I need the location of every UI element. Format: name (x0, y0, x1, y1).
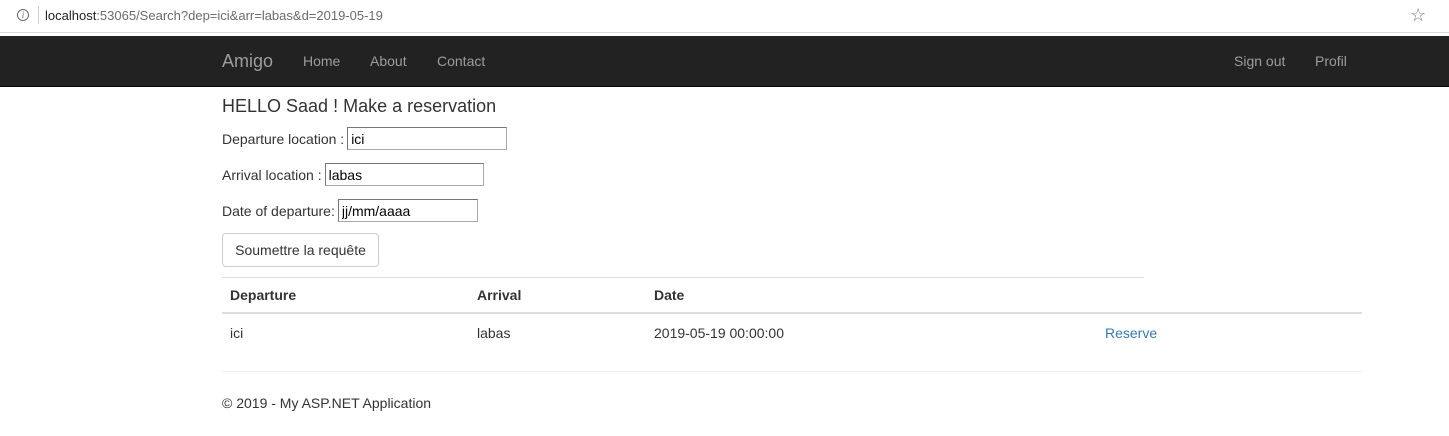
table-row: ici labas 2019-05-19 00:00:00 Reserve (222, 313, 1362, 351)
page-greeting: HELLO Saad ! Make a reservation (222, 96, 497, 116)
footer-divider (222, 371, 1362, 372)
results-table: Departure Arrival Date ici labas 2019-05… (222, 277, 1362, 351)
arrival-row: Arrival location : (222, 163, 484, 187)
submit-button[interactable]: Soumettre la requête (222, 233, 379, 267)
navbar: Amigo Home About Contact Sign out Profil (0, 36, 1449, 87)
nav-home-link[interactable]: Home (303, 53, 340, 69)
address-separator (38, 6, 39, 24)
departure-label: Departure location : (222, 130, 345, 147)
nav-profil-link[interactable]: Profil (1315, 53, 1347, 69)
arrival-label: Arrival location : (222, 166, 322, 183)
footer-text: © 2019 - My ASP.NET Application (222, 395, 432, 411)
header-arrival: Arrival (469, 277, 646, 314)
cell-action: Reserve (1097, 313, 1362, 351)
departure-input[interactable] (347, 127, 508, 150)
date-input[interactable] (337, 199, 478, 222)
header-action (1097, 277, 1362, 314)
navbar-brand[interactable]: Amigo (222, 51, 273, 71)
nav-contact-link[interactable]: Contact (437, 53, 485, 69)
cell-arrival: labas (477, 324, 511, 341)
nav-signout-link[interactable]: Sign out (1234, 53, 1285, 69)
table-header-row: Departure Arrival Date (222, 277, 1362, 314)
star-icon[interactable]: ☆ (1410, 5, 1426, 25)
reserve-link[interactable]: Reserve (1105, 325, 1157, 341)
date-row: Date of departure: (222, 199, 478, 223)
nav-about-link[interactable]: About (370, 53, 407, 69)
header-date: Date (646, 277, 1097, 314)
date-label: Date of departure: (222, 202, 335, 219)
cell-date: 2019-05-19 00:00:00 (654, 324, 784, 341)
url-host: localhost (45, 8, 97, 23)
url-path: :53065/Search?dep=ici&arr=labas&d=2019-0… (96, 8, 383, 23)
header-departure: Departure (222, 277, 469, 314)
address-url[interactable]: localhost:53065/Search?dep=ici&arr=labas… (45, 8, 383, 23)
browser-address-bar[interactable]: i localhost:53065/Search?dep=ici&arr=lab… (0, 0, 1449, 33)
departure-row: Departure location : (222, 127, 508, 151)
info-icon[interactable]: i (17, 9, 29, 21)
cell-departure: ici (230, 324, 244, 341)
arrival-input[interactable] (324, 163, 484, 186)
